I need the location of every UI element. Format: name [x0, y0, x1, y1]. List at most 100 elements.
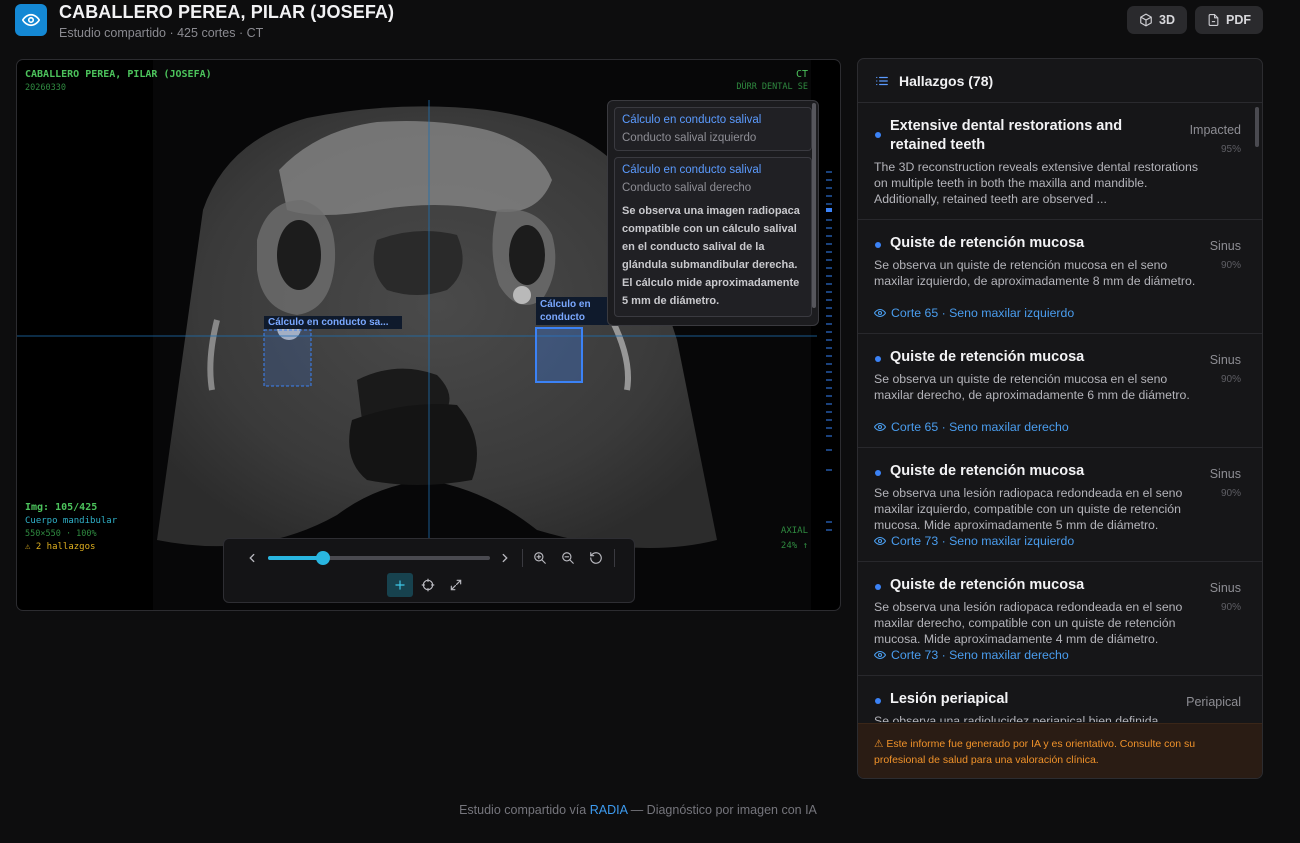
page-footer: Estudio compartido vía RADIA — Diagnósti… — [0, 803, 1276, 817]
finding-slice-link[interactable]: Corte 73 · Seno maxilar derecho — [874, 648, 1069, 662]
cube-icon — [1140, 13, 1152, 27]
overlay-modality: CT — [795, 69, 808, 80]
finding-dot — [875, 698, 881, 704]
finding-item[interactable]: Quiste de retención mucosa Sinus 90% Se … — [858, 334, 1262, 448]
popup-card-subtitle: Conducto salival izquierdo — [622, 132, 757, 144]
finding-title: Quiste de retención mucosa — [890, 577, 1085, 593]
findings-scrollbar[interactable] — [1255, 107, 1259, 147]
target-icon — [421, 578, 435, 592]
finding-link-label: Corte 73 · Seno maxilar izquierdo — [891, 534, 1075, 548]
bbox-label-left[interactable]: Cálculo en conducto sa... — [264, 316, 402, 329]
overlay-study-date: 20260330 — [25, 83, 66, 93]
popup-card-title: Cálculo en conducto salival — [622, 114, 762, 126]
findings-header: Hallazgos (78) — [858, 59, 1262, 103]
target-tool-button[interactable] — [419, 576, 437, 594]
slice-slider-fill — [268, 556, 323, 560]
finding-category: Sinus — [1209, 467, 1241, 481]
toolbar-divider — [522, 549, 523, 567]
finding-dot — [875, 356, 881, 362]
overlay-image-index: Img: 105/425 — [25, 502, 98, 513]
finding-title: Quiste de retención mucosa — [890, 349, 1085, 365]
finding-confidence: 90% — [1220, 374, 1241, 385]
toolbar-divider — [614, 549, 615, 567]
findings-list[interactable]: Extensive dental restorations and retain… — [858, 104, 1262, 722]
ai-disclaimer: ⚠ Este informe fue generado por IA y es … — [858, 723, 1262, 778]
finding-description: Se observa una lesión radiopaca redondea… — [874, 600, 1183, 646]
finding-item[interactable]: Extensive dental restorations and retain… — [858, 104, 1262, 220]
finding-description: Se observa una radiolucidez periapical b… — [874, 714, 1159, 722]
eye-icon — [874, 308, 886, 318]
finding-item[interactable]: Quiste de retención mucosa Sinus 90% Se … — [858, 562, 1262, 676]
finding-category: Periapical — [1186, 695, 1241, 709]
finding-confidence: 90% — [1220, 260, 1241, 271]
finding-popup[interactable]: Cálculo en conducto salival Conducto sal… — [607, 100, 819, 326]
export-pdf-button[interactable]: PDF — [1195, 6, 1263, 34]
crosshair-plus-icon — [395, 580, 405, 590]
finding-slice-link[interactable]: Corte 65 · Seno maxilar derecho — [874, 420, 1069, 434]
eye-icon — [22, 13, 40, 27]
ct-viewer[interactable]: Cálculo en conducto sa... Cálculo en con… — [16, 59, 841, 611]
bbox-label-right[interactable]: Cálculo en conducto salival — [536, 297, 614, 325]
finding-title: Quiste de retención mucosa — [890, 463, 1085, 479]
file-pdf-icon — [1208, 14, 1219, 26]
fullscreen-button[interactable] — [447, 576, 465, 594]
overlay-device: DÜRR DENTAL SE — [736, 82, 808, 92]
finding-description: The 3D reconstruction reveals extensive … — [874, 160, 1198, 206]
finding-dot — [875, 242, 881, 248]
crosshair-tool-button[interactable] — [387, 573, 413, 597]
footer-prefix: Estudio compartido vía — [459, 803, 590, 817]
chevron-right-icon — [502, 553, 508, 563]
finding-dot — [875, 470, 881, 476]
finding-category: Sinus — [1209, 239, 1241, 253]
finding-title: Lesión periapical — [890, 691, 1009, 707]
view-3d-button[interactable]: 3D — [1127, 6, 1187, 34]
finding-link-label: Corte 65 · Seno maxilar izquierdo — [891, 306, 1075, 320]
finding-item[interactable]: Lesión periapical Periapical Se observa … — [858, 676, 1262, 722]
finding-item[interactable]: Quiste de retención mucosa Sinus 90% Se … — [858, 448, 1262, 562]
overlay-position: 24% ↑ — [780, 541, 808, 551]
finding-category: Sinus — [1209, 581, 1241, 595]
finding-title: Quiste de retención mucosa — [890, 235, 1085, 251]
finding-slice-link[interactable]: Corte 65 · Seno maxilar izquierdo — [874, 306, 1074, 320]
popup-card-description: Se observa una imagen radiopaca compatib… — [622, 205, 800, 307]
zoom-out-button[interactable] — [559, 549, 577, 567]
finding-confidence: 90% — [1220, 602, 1241, 613]
footer-suffix: — Diagnóstico por imagen con IA — [627, 803, 817, 817]
overlay-size-zoom: 550×550 · 100% — [25, 529, 97, 539]
zoom-in-button[interactable] — [531, 549, 549, 567]
findings-title: Hallazgos (78) — [899, 72, 994, 89]
expand-icon — [450, 579, 462, 591]
overlay-patient-name: CABALLERO PEREA, PILAR (JOSEFA) — [25, 69, 212, 80]
popup-scrollbar[interactable] — [812, 103, 816, 308]
study-subtitle: Estudio compartido · 425 cortes · CT — [59, 26, 264, 40]
finding-confidence: 95% — [1220, 144, 1241, 155]
reset-view-button[interactable] — [587, 549, 605, 567]
list-icon — [876, 76, 888, 85]
overlay-findings-count: ⚠ 2 hallazgos — [25, 542, 96, 552]
export-pdf-label: PDF — [1226, 13, 1251, 27]
finding-description: Se observa una lesión radiopaca redondea… — [874, 486, 1183, 532]
next-slice-button[interactable] — [496, 549, 514, 567]
prev-slice-button[interactable] — [243, 549, 261, 567]
overlay-plane: AXIAL — [780, 526, 808, 536]
finding-slice-link[interactable]: Corte 73 · Seno maxilar izquierdo — [874, 534, 1074, 548]
slice-scroll-indicator[interactable] — [826, 170, 832, 550]
finding-description: Se observa un quiste de retención mucosa… — [874, 258, 1196, 288]
slice-slider[interactable] — [268, 551, 490, 565]
finding-dot — [875, 584, 881, 590]
zoom-in-icon — [534, 552, 546, 564]
popup-card-right[interactable]: Cálculo en conducto salival Conducto sal… — [614, 157, 812, 317]
footer-brand-link[interactable]: RADIA — [590, 803, 628, 817]
popup-card-left[interactable]: Cálculo en conducto salival Conducto sal… — [614, 107, 812, 151]
finding-category: Sinus — [1209, 353, 1241, 367]
slice-slider-thumb[interactable] — [315, 551, 330, 565]
chevron-left-icon — [249, 553, 255, 563]
popup-card-subtitle: Conducto salival derecho — [622, 182, 752, 194]
reset-icon — [590, 552, 602, 564]
findings-panel: Hallazgos (78) Extensive dental restorat… — [857, 58, 1263, 779]
viewer-toolbar — [223, 538, 635, 603]
zoom-out-icon — [562, 552, 574, 564]
popup-card-title: Cálculo en conducto salival — [622, 164, 762, 176]
eye-icon — [874, 536, 886, 546]
finding-item[interactable]: Quiste de retención mucosa Sinus 90% Se … — [858, 220, 1262, 334]
